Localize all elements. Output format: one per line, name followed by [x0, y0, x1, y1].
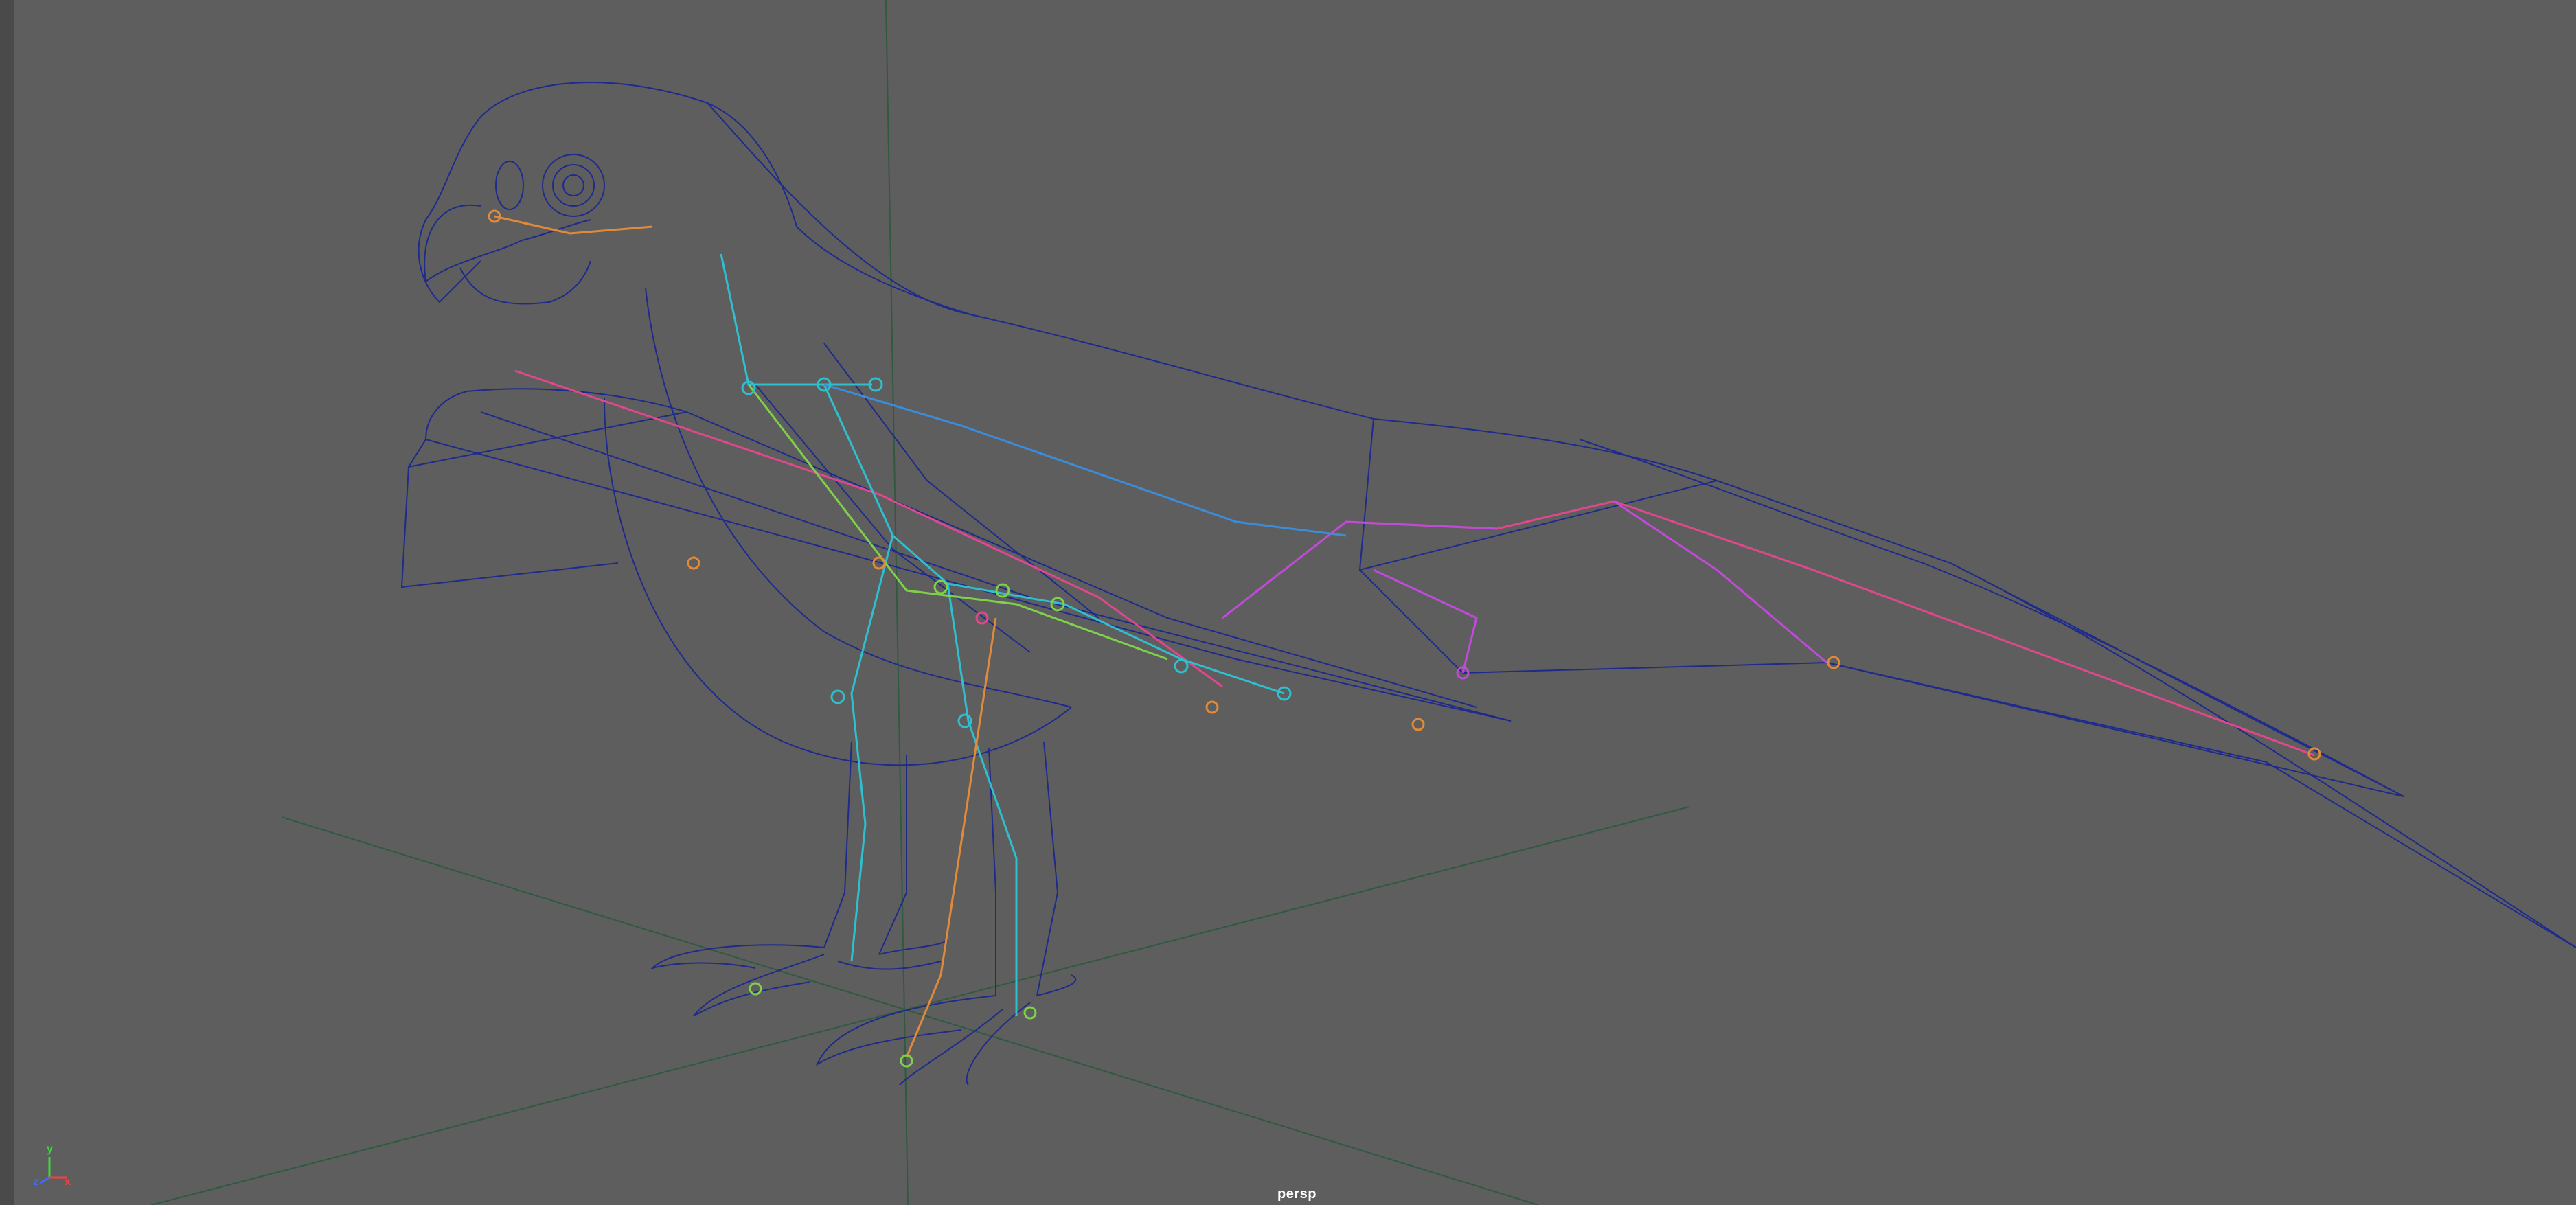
camera-name-label: persp: [1277, 1186, 1317, 1202]
view-axis-gizmo: y z x: [27, 1143, 76, 1191]
axis-y-label: y: [47, 1143, 53, 1155]
viewport-persp[interactable]: y z x persp: [0, 0, 2576, 1205]
bird-wireframe[interactable]: [400, 82, 2576, 1086]
scene-canvas[interactable]: [0, 0, 2576, 1205]
axis-z-label: z: [33, 1176, 38, 1188]
skeleton-rig[interactable]: [488, 209, 2321, 1068]
axis-x-label: x: [65, 1176, 71, 1188]
